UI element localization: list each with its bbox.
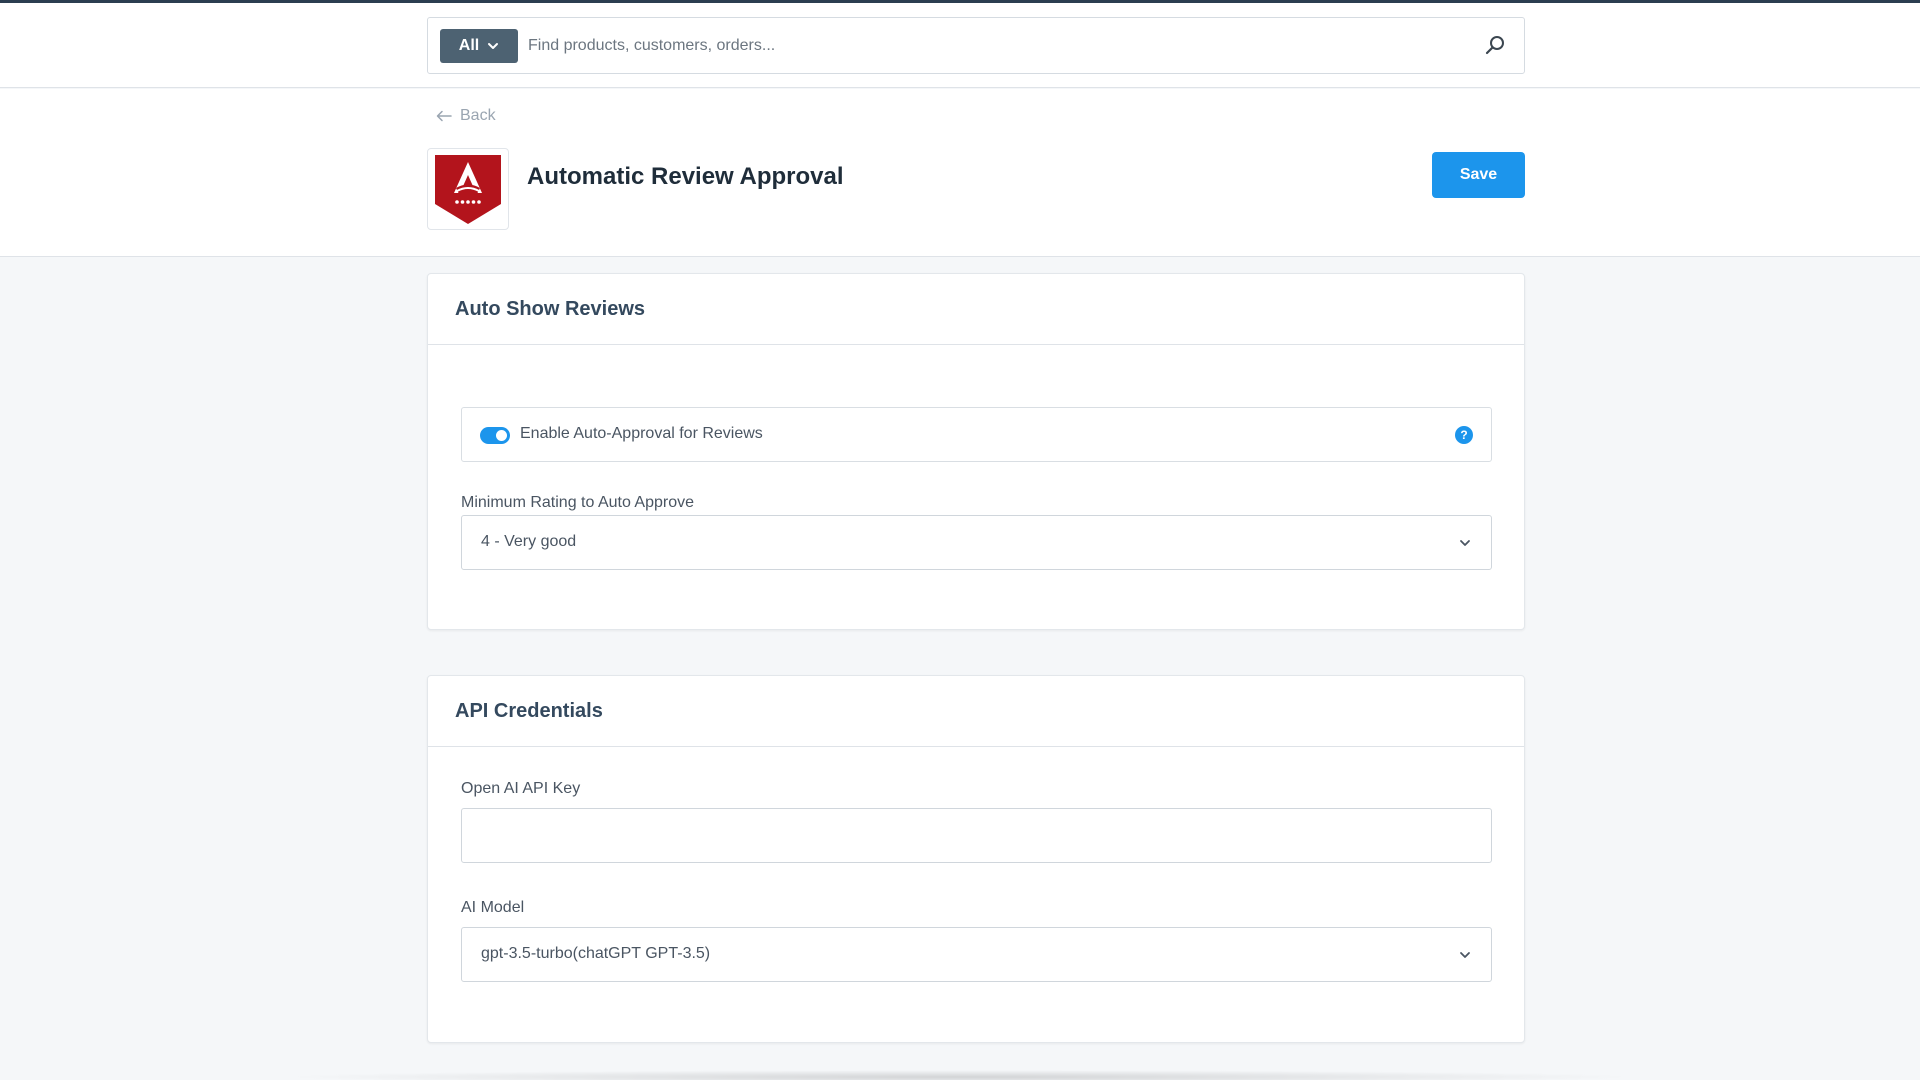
global-search: All [427, 17, 1525, 74]
search-icon[interactable] [1484, 34, 1506, 56]
help-icon[interactable]: ? [1455, 426, 1473, 444]
page-title: Automatic Review Approval [527, 163, 844, 190]
auto-show-reviews-card: Auto Show Reviews Enable Auto-Approval f… [427, 273, 1525, 630]
auto-approval-toggle[interactable] [480, 427, 510, 444]
api-key-label: Open AI API Key [461, 780, 581, 797]
search-input[interactable] [528, 29, 1428, 63]
search-scope-label: All [458, 37, 480, 54]
app-logo [427, 148, 509, 230]
min-rating-label: Minimum Rating to Auto Approve [461, 494, 695, 511]
api-key-field[interactable] [462, 809, 1491, 862]
ai-model-label: AI Model [461, 899, 525, 916]
api-credentials-card: API Credentials Open AI API Key AI Model… [427, 675, 1525, 1043]
back-link[interactable]: Back [436, 107, 496, 125]
card-title: API Credentials [428, 676, 1524, 747]
bottom-shadow [280, 1070, 1640, 1080]
shield-logo-icon [435, 155, 501, 224]
search-scope-dropdown[interactable]: All [440, 29, 518, 63]
save-button[interactable]: Save [1432, 152, 1525, 198]
ai-model-select[interactable]: gpt-3.5-turbo(chatGPT GPT-3.5) [461, 927, 1492, 982]
page-header: Back Automatic Review Approval Save [0, 89, 1920, 257]
top-bar: All [0, 3, 1920, 88]
chevron-down-icon [488, 43, 499, 49]
min-rating-value: 4 - Very good [481, 533, 577, 550]
arrow-left-icon [436, 110, 452, 122]
api-key-field-wrapper [461, 808, 1492, 863]
chevron-down-icon [1460, 952, 1470, 958]
auto-approval-toggle-row: Enable Auto-Approval for Reviews ? [461, 407, 1492, 462]
chevron-down-icon [1460, 540, 1470, 546]
ai-model-value: gpt-3.5-turbo(chatGPT GPT-3.5) [481, 945, 711, 962]
back-label: Back [460, 107, 496, 124]
card-title: Auto Show Reviews [428, 274, 1524, 345]
toggle-label: Enable Auto-Approval for Reviews [520, 425, 763, 442]
min-rating-select[interactable]: 4 - Very good [461, 515, 1492, 570]
